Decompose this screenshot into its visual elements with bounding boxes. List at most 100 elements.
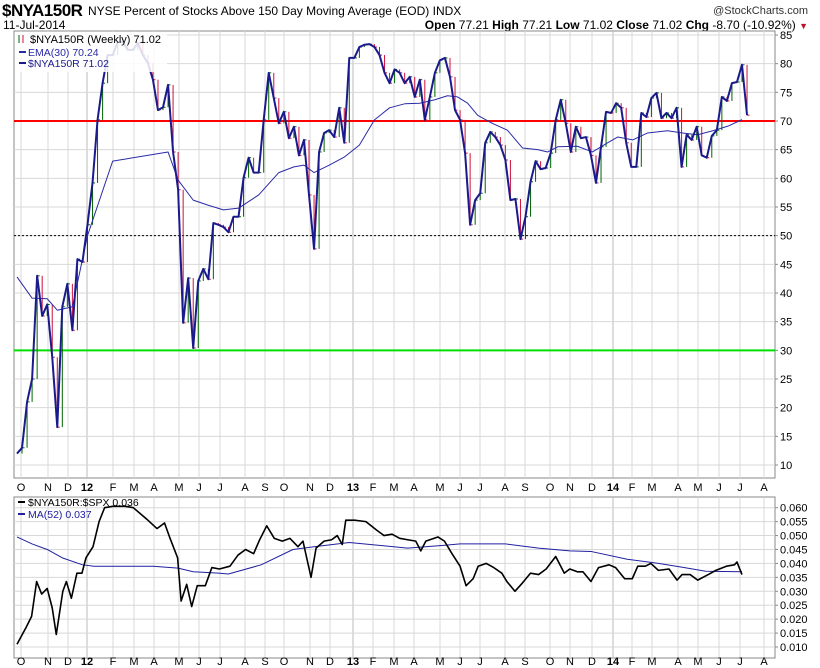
ratio-legend-label: $NYA150R:$SPX 0.036 [28,497,139,509]
main-x-tick-label: F [370,482,377,494]
main-y-tick-label: 35 [780,317,792,329]
main-x-tick-label: O [17,482,26,494]
ratio-x-tick-label: D [64,656,72,668]
ratio-x-tick-label: 12 [81,656,93,668]
main-y-tick-label: 70 [780,116,792,128]
ratio-x-tick-label: M [693,656,702,668]
ratio-x-tick-label: J [196,656,202,668]
main-x-tick-label: N [44,482,52,494]
ratio-y-tick-label: 0.040 [780,558,808,570]
main-y-tick-label: 55 [780,202,792,214]
ratio-y-tick-label: 0.020 [780,614,808,626]
main-x-tick-label: A [150,482,158,494]
main-y-tick-label: 30 [780,345,792,357]
ratio-y-tick-label: 0.010 [780,642,808,654]
main-x-tick-label: M [174,482,183,494]
main-x-tick-label: F [110,482,117,494]
ratio-x-tick-label: 13 [347,656,359,668]
ratio-x-tick-label: O [546,656,555,668]
main-x-tick-label: N [566,482,574,494]
main-y-tick-label: 75 [780,87,792,99]
main-x-tick-label: M [389,482,398,494]
main-x-tick-label: M [647,482,656,494]
ratio-y-tick-label: 0.015 [780,628,808,640]
ratio-x-tick-label: A [760,656,768,668]
main-y-tick-label: 60 [780,173,792,185]
main-y-tick-label: 25 [780,374,792,386]
ratio-x-tick-label: F [629,656,636,668]
main-x-tick-label: M [693,482,702,494]
main-x-tick-label: A [410,482,418,494]
main-y-tick-label: 80 [780,59,792,71]
ratio-x-tick-label: M [389,656,398,668]
main-x-tick-label: D [64,482,72,494]
ratio-y-tick-label: 0.025 [780,600,808,612]
ratio-y-tick-label: 0.030 [780,586,808,598]
main-y-tick-label: 40 [780,288,792,300]
ratio-x-tick-label: M [435,656,444,668]
main-x-tick-label: O [546,482,555,494]
main-x-tick-label: N [306,482,314,494]
main-y-tick-label: 45 [780,259,792,271]
ratio-x-tick-label: A [150,656,158,668]
main-x-tick-label: 12 [81,482,93,494]
ratio-y-tick-label: 0.060 [780,503,808,515]
ratio-x-tick-label: A [501,656,509,668]
ratio-x-tick-label: N [566,656,574,668]
main-x-tick-label: S [521,482,528,494]
ratio-x-tick-label: N [44,656,52,668]
ratio-x-tick-label: 14 [607,656,620,668]
ratio-y-tick-label: 0.045 [780,544,808,556]
main-x-tick-label: A [241,482,249,494]
main-x-tick-label: J [457,482,463,494]
main-y-tick-label: 20 [780,403,792,415]
ratio-x-tick-label: S [261,656,268,668]
main-x-tick-label: J [477,482,483,494]
ratio-x-tick-label: J [737,656,743,668]
ratio-x-tick-label: O [17,656,26,668]
ma52-legend-label: MA(52) 0.037 [28,509,92,521]
main-legend-price: $NYA150R (Weekly) 71.02 [30,34,161,46]
ratio-x-tick-label: A [674,656,682,668]
main-x-tick-label: J [737,482,743,494]
main-x-tick-label: F [629,482,636,494]
ratio-x-tick-label: F [110,656,117,668]
ratio-x-tick-label: J [457,656,463,668]
main-x-tick-label: J [716,482,722,494]
stockcharts-page: $NYA150R NYSE Percent of Stocks Above 15… [0,0,820,668]
main-x-tick-label: M [129,482,138,494]
main-legend-close: $NYA150R 71.02 [28,58,109,70]
ratio-y-tick-label: 0.055 [780,517,808,529]
ratio-x-tick-label: D [326,656,334,668]
ratio-x-tick-label: M [174,656,183,668]
main-y-tick-label: 10 [780,460,792,472]
main-x-tick-label: 14 [607,482,620,494]
main-x-tick-label: D [326,482,334,494]
ratio-x-tick-label: M [647,656,656,668]
main-x-tick-label: A [760,482,768,494]
ratio-x-tick-label: J [477,656,483,668]
main-x-tick-label: A [674,482,682,494]
main-x-tick-label: J [217,482,223,494]
main-y-tick-label: 85 [780,30,792,42]
main-y-tick-label: 65 [780,145,792,157]
ratio-x-tick-label: O [280,656,289,668]
main-x-tick-label: J [196,482,202,494]
ratio-x-tick-label: J [716,656,722,668]
main-x-tick-label: 13 [347,482,359,494]
ratio-x-tick-label: D [588,656,596,668]
ratio-x-tick-label: F [370,656,377,668]
ratio-y-tick-label: 0.050 [780,531,808,543]
main-x-tick-label: M [435,482,444,494]
ratio-x-tick-label: N [306,656,314,668]
main-x-tick-label: A [501,482,509,494]
main-y-tick-label: 50 [780,231,792,243]
main-y-tick-label: 15 [780,431,792,443]
main-x-tick-label: O [280,482,289,494]
ratio-x-tick-label: A [241,656,249,668]
main-x-tick-label: D [588,482,596,494]
ratio-x-tick-label: M [129,656,138,668]
ratio-x-tick-label: A [410,656,418,668]
main-x-tick-label: S [261,482,268,494]
chart-canvas: OONNDD1212FFMMAAMMJJJJAASSOONNDD1313FFMM… [13,30,808,668]
